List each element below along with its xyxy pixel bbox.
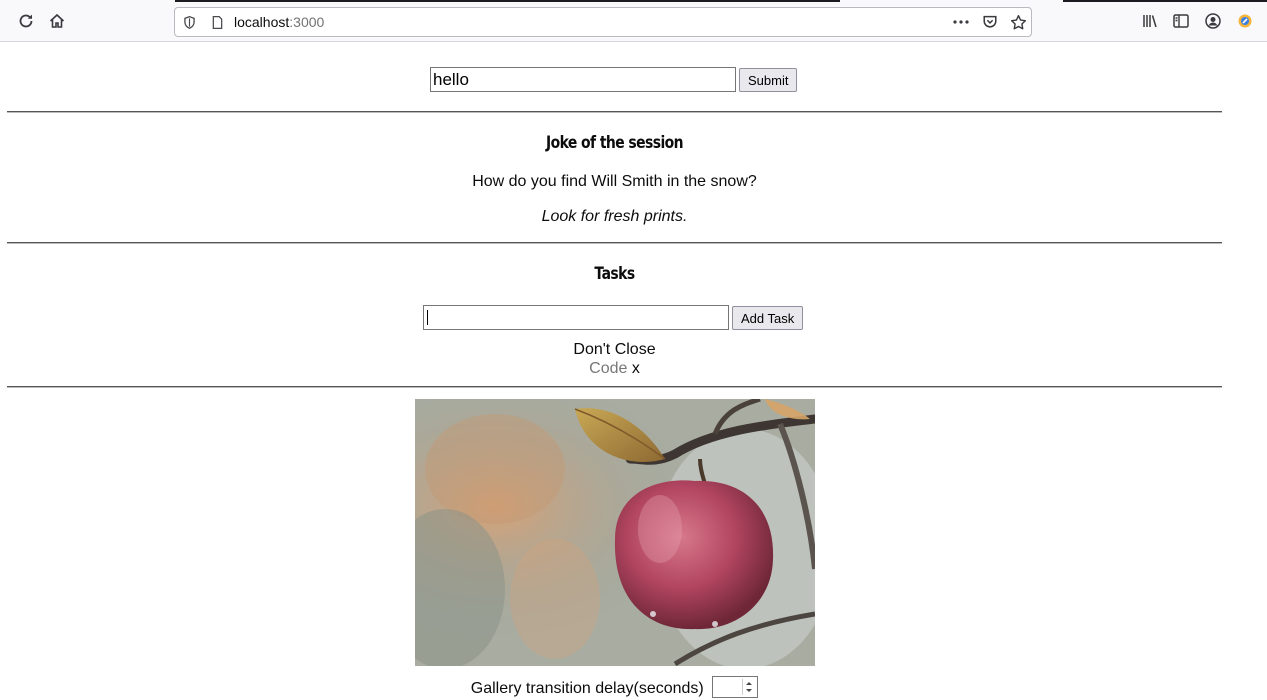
apple-photo xyxy=(415,399,815,666)
joke-heading: Joke of the session xyxy=(545,133,684,153)
remove-task-button[interactable]: x xyxy=(632,360,640,377)
url-bar[interactable]: localhost:3000 xyxy=(174,7,1032,37)
shield-icon[interactable] xyxy=(180,13,198,31)
task-category-link[interactable]: Code xyxy=(589,360,627,377)
task-title: Don't Close xyxy=(573,341,656,358)
text-caret xyxy=(427,310,428,325)
submit-button[interactable]: Submit xyxy=(739,68,798,92)
divider xyxy=(7,111,1222,113)
reload-icon[interactable] xyxy=(11,6,41,36)
extension-icon[interactable] xyxy=(1230,6,1260,36)
library-icon[interactable] xyxy=(1135,6,1165,36)
gallery-delay-row: Gallery transition delay(seconds) xyxy=(0,676,1229,700)
search-input[interactable] xyxy=(430,67,736,92)
divider xyxy=(7,386,1222,388)
more-icon[interactable] xyxy=(952,13,970,31)
sidebar-icon[interactable] xyxy=(1166,6,1196,36)
add-task-button[interactable]: Add Task xyxy=(732,306,804,330)
task-item: Code x xyxy=(0,360,1229,378)
divider xyxy=(7,242,1222,244)
url-text[interactable]: localhost:3000 xyxy=(234,14,324,30)
page-icon xyxy=(208,13,226,31)
joke-answer: Look for fresh prints. xyxy=(541,208,688,225)
account-icon[interactable] xyxy=(1198,6,1228,36)
joke-question: How do you find Will Smith in the snow? xyxy=(472,173,757,190)
browser-toolbar: localhost:3000 xyxy=(0,3,1267,42)
spinner-arrows-icon[interactable] xyxy=(742,679,755,695)
task-input[interactable] xyxy=(423,305,729,330)
gallery-image xyxy=(415,399,815,666)
tasks-heading: Tasks xyxy=(594,264,635,284)
home-icon[interactable] xyxy=(42,6,72,36)
page-content: Submit Joke of the session How do you fi… xyxy=(0,43,1229,698)
star-icon[interactable] xyxy=(1009,13,1027,31)
pocket-icon[interactable] xyxy=(981,13,999,31)
